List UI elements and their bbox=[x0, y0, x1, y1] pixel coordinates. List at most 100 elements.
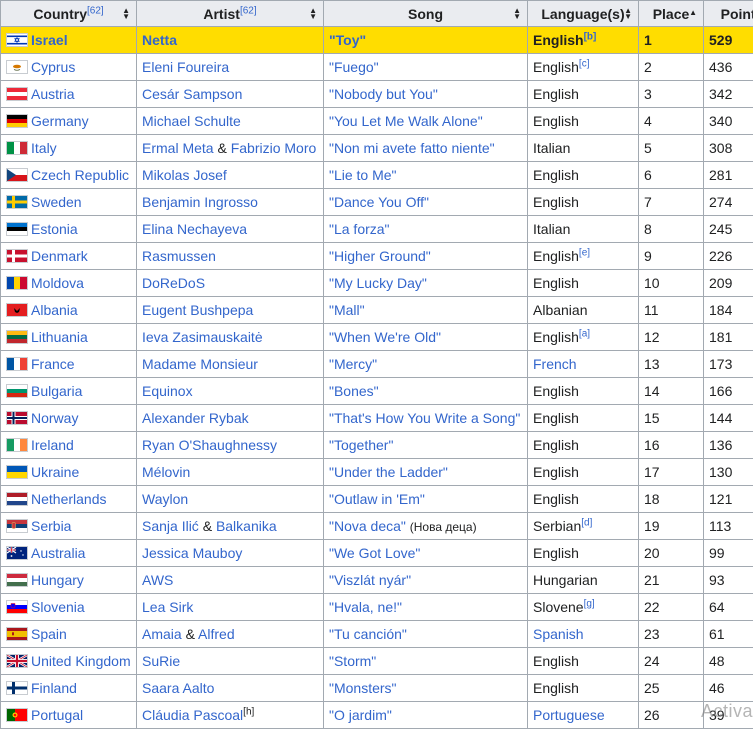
artist-link[interactable]: Lea Sirk bbox=[142, 599, 193, 615]
artist-link[interactable]: Rasmussen bbox=[142, 248, 216, 264]
song-link[interactable]: "Nova deca" bbox=[329, 518, 406, 534]
artist-link[interactable]: Mélovin bbox=[142, 464, 190, 480]
song-link[interactable]: "Under the Ladder" bbox=[329, 464, 448, 480]
language-ref[interactable]: [c] bbox=[579, 58, 590, 69]
artist-link[interactable]: Equinox bbox=[142, 383, 193, 399]
sort-icon[interactable]: ▲▼ bbox=[624, 8, 632, 20]
song-link[interactable]: "La forza" bbox=[329, 221, 390, 237]
language-ref[interactable]: [b] bbox=[584, 31, 597, 42]
column-header-country[interactable]: Country[62]▲▼ bbox=[1, 1, 137, 27]
song-link[interactable]: "Bones" bbox=[329, 383, 379, 399]
artist-link[interactable]: SuRie bbox=[142, 653, 180, 669]
artist-link[interactable]: Benjamin Ingrosso bbox=[142, 194, 258, 210]
song-link[interactable]: "Toy" bbox=[329, 32, 366, 48]
country-link[interactable]: Germany bbox=[31, 113, 89, 129]
song-link[interactable]: "Storm" bbox=[329, 653, 376, 669]
song-link[interactable]: "Nobody but You" bbox=[329, 86, 438, 102]
song-link[interactable]: "Tu canción" bbox=[329, 626, 407, 642]
artist-link[interactable]: Alfred bbox=[198, 626, 235, 642]
country-link[interactable]: Moldova bbox=[31, 275, 84, 291]
artist-link[interactable]: Mikolas Josef bbox=[142, 167, 227, 183]
artist-link[interactable]: AWS bbox=[142, 572, 173, 588]
song-link[interactable]: "Viszlát nyár" bbox=[329, 572, 411, 588]
country-link[interactable]: Serbia bbox=[31, 518, 71, 534]
language-ref[interactable]: [a] bbox=[579, 328, 590, 339]
artist-link[interactable]: Amaia bbox=[142, 626, 182, 642]
header-ref[interactable]: [62] bbox=[87, 5, 104, 16]
column-header-artist[interactable]: Artist[62]▲▼ bbox=[137, 1, 324, 27]
song-link[interactable]: "Together" bbox=[329, 437, 393, 453]
country-link[interactable]: France bbox=[31, 356, 75, 372]
song-link[interactable]: "Higher Ground" bbox=[329, 248, 431, 264]
country-link[interactable]: Denmark bbox=[31, 248, 88, 264]
sort-icon[interactable]: ▲▼ bbox=[513, 8, 521, 20]
song-link[interactable]: "That's How You Write a Song" bbox=[329, 410, 520, 426]
song-link[interactable]: "Dance You Off" bbox=[329, 194, 429, 210]
language-text[interactable]: Spanish bbox=[533, 626, 584, 642]
country-link[interactable]: Bulgaria bbox=[31, 383, 82, 399]
artist-link[interactable]: Saara Aalto bbox=[142, 680, 214, 696]
artist-link[interactable]: Waylon bbox=[142, 491, 188, 507]
song-link[interactable]: "Fuego" bbox=[329, 59, 379, 75]
country-link[interactable]: Israel bbox=[31, 32, 68, 48]
artist-link[interactable]: Sanja Ilić bbox=[142, 518, 199, 534]
country-link[interactable]: Hungary bbox=[31, 572, 84, 588]
artist-link[interactable]: Elina Nechayeva bbox=[142, 221, 247, 237]
country-link[interactable]: Albania bbox=[31, 302, 78, 318]
sort-ascending-icon[interactable]: ▲ bbox=[689, 10, 697, 16]
artist-link[interactable]: Alexander Rybak bbox=[142, 410, 249, 426]
song-link[interactable]: "Non mi avete fatto niente" bbox=[329, 140, 495, 156]
artist-link[interactable]: Fabrizio Moro bbox=[231, 140, 317, 156]
song-link[interactable]: "Monsters" bbox=[329, 680, 397, 696]
artist-link[interactable]: Eugent Bushpepa bbox=[142, 302, 253, 318]
country-link[interactable]: Australia bbox=[31, 545, 85, 561]
language-ref[interactable]: [d] bbox=[581, 517, 592, 528]
country-link[interactable]: Spain bbox=[31, 626, 67, 642]
country-link[interactable]: Austria bbox=[31, 86, 75, 102]
artist-link[interactable]: Eleni Foureira bbox=[142, 59, 229, 75]
country-link[interactable]: Portugal bbox=[31, 707, 83, 723]
artist-link[interactable]: Cláudia Pascoal bbox=[142, 707, 243, 723]
column-header-song[interactable]: Song▲▼ bbox=[324, 1, 528, 27]
song-link[interactable]: "We Got Love" bbox=[329, 545, 420, 561]
country-link[interactable]: Sweden bbox=[31, 194, 82, 210]
country-link[interactable]: Slovenia bbox=[31, 599, 85, 615]
language-text[interactable]: Portuguese bbox=[533, 707, 605, 723]
country-link[interactable]: Cyprus bbox=[31, 59, 75, 75]
country-link[interactable]: Ireland bbox=[31, 437, 74, 453]
song-link[interactable]: "Outlaw in 'Em" bbox=[329, 491, 425, 507]
song-link[interactable]: "Mall" bbox=[329, 302, 365, 318]
artist-link[interactable]: Ryan O'Shaughnessy bbox=[142, 437, 277, 453]
country-link[interactable]: Italy bbox=[31, 140, 57, 156]
country-link[interactable]: Finland bbox=[31, 680, 77, 696]
country-link[interactable]: Lithuania bbox=[31, 329, 88, 345]
artist-link[interactable]: DoReDoS bbox=[142, 275, 205, 291]
country-link[interactable]: Norway bbox=[31, 410, 78, 426]
country-link[interactable]: Netherlands bbox=[31, 491, 107, 507]
song-link[interactable]: "When We're Old" bbox=[329, 329, 441, 345]
column-header-points[interactable]: Points bbox=[704, 1, 753, 27]
country-link[interactable]: United Kingdom bbox=[31, 653, 131, 669]
song-link[interactable]: "Lie to Me" bbox=[329, 167, 397, 183]
artist-link[interactable]: Ermal Meta bbox=[142, 140, 214, 156]
artist-link[interactable]: Netta bbox=[142, 32, 177, 48]
song-link[interactable]: "My Lucky Day" bbox=[329, 275, 427, 291]
artist-link[interactable]: Balkanika bbox=[216, 518, 277, 534]
header-ref[interactable]: [62] bbox=[240, 5, 257, 16]
artist-link[interactable]: Jessica Mauboy bbox=[142, 545, 242, 561]
sort-icon[interactable]: ▲▼ bbox=[122, 8, 130, 20]
song-link[interactable]: "O jardim" bbox=[329, 707, 392, 723]
artist-link[interactable]: Cesár Sampson bbox=[142, 86, 242, 102]
country-link[interactable]: Czech Republic bbox=[31, 167, 129, 183]
language-text[interactable]: French bbox=[533, 356, 577, 372]
artist-link[interactable]: Ieva Zasimauskaitė bbox=[142, 329, 263, 345]
song-link[interactable]: "Hvala, ne!" bbox=[329, 599, 402, 615]
language-ref[interactable]: [g] bbox=[584, 598, 595, 609]
artist-ref[interactable]: [h] bbox=[243, 706, 254, 717]
song-link[interactable]: "You Let Me Walk Alone" bbox=[329, 113, 483, 129]
artist-link[interactable]: Madame Monsieur bbox=[142, 356, 258, 372]
artist-link[interactable]: Michael Schulte bbox=[142, 113, 241, 129]
country-link[interactable]: Ukraine bbox=[31, 464, 79, 480]
language-ref[interactable]: [e] bbox=[579, 247, 590, 258]
column-header-language-s[interactable]: Language(s)▲▼ bbox=[528, 1, 639, 27]
